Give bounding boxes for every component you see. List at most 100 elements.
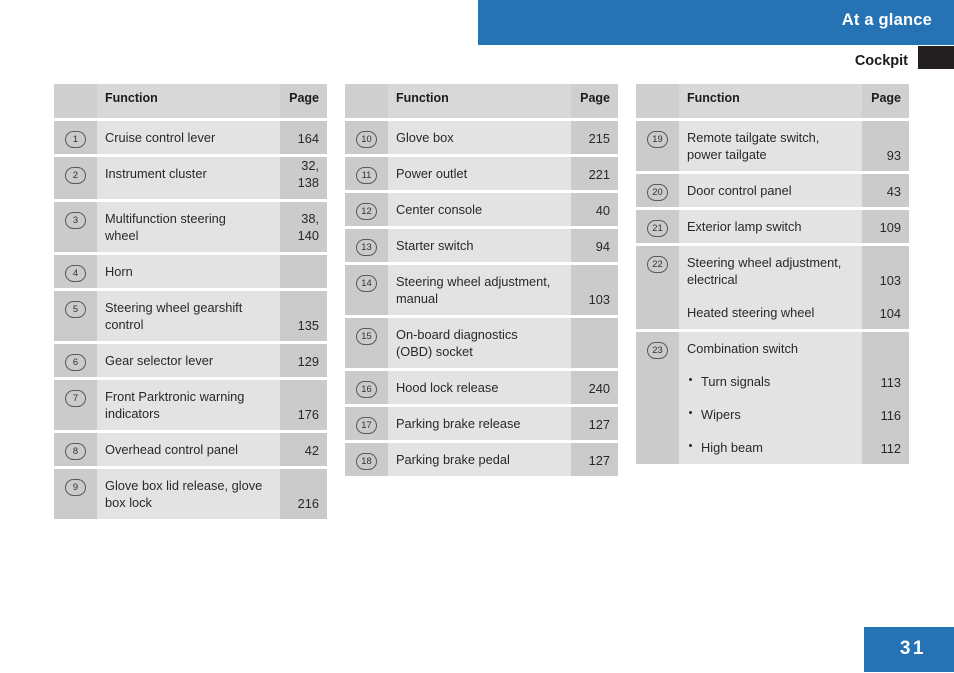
table-header-row: Function Page: [54, 84, 327, 118]
function-cell: Steering wheel adjustment, manual: [388, 265, 571, 316]
function-table-1: Function Page 1 Cruise control lever 164 2 Ins…: [54, 84, 327, 520]
page-cell: 127: [571, 407, 618, 441]
table-row[interactable]: 18 Parking brake pedal 127: [345, 443, 618, 477]
row-number-cell: 13: [345, 229, 388, 263]
section-tab-marker-icon: [918, 46, 954, 69]
table-row[interactable]: 19 Remote tailgate switch, power tailgate 9…: [636, 121, 909, 172]
header-number-cell: [345, 84, 388, 118]
table-row[interactable]: 10 Glove box 215: [345, 121, 618, 155]
table-row[interactable]: 4 Horn: [54, 255, 327, 289]
page-cell: 221: [571, 157, 618, 191]
page-ref: 38,: [301, 211, 319, 227]
function-cell: Exterior lamp switch: [679, 210, 862, 244]
function-cell: Cruise control lever: [97, 121, 280, 155]
function-label-line: control: [105, 317, 144, 333]
function-label-line: Remote tailgate switch,: [687, 130, 820, 145]
item-number-23: 23: [647, 342, 668, 360]
page-cell: 40: [571, 193, 618, 227]
table-row[interactable]: 1 Cruise control lever 164: [54, 121, 327, 155]
table-row[interactable]: 7 Front Parktronic warning indicators 176: [54, 380, 327, 431]
header-function-cell: Function: [97, 84, 280, 118]
table-row[interactable]: 21 Exterior lamp switch 109: [636, 210, 909, 244]
row-number-cell: 5: [54, 291, 97, 342]
table-row[interactable]: 5 Steering wheel gearshift control 135: [54, 291, 327, 342]
row-number-cell: 7: [54, 380, 97, 431]
function-cell: Center console: [388, 193, 571, 227]
function-label-line: power tailgate: [687, 147, 767, 163]
page-cell: 94: [571, 229, 618, 263]
function-cell: High beam: [679, 431, 862, 465]
function-label-line: Steering wheel gearshift: [105, 300, 243, 316]
table-row[interactable]: 17 Parking brake release 127: [345, 407, 618, 441]
function-label-line: manual: [396, 291, 438, 307]
function-cell: Parking brake pedal: [388, 443, 571, 477]
table-row[interactable]: 12 Center console 40: [345, 193, 618, 227]
function-cell: Steering wheel gearshift control: [97, 291, 280, 342]
function-cell: Wipers: [679, 398, 862, 432]
table-row[interactable]: 14 Steering wheel adjustment, manual 103: [345, 265, 618, 316]
function-label-line: box lock: [105, 495, 152, 511]
table-row[interactable]: 9 Glove box lid release, glove box lock 216: [54, 469, 327, 520]
item-number-2: 2: [65, 167, 86, 185]
row-number-cell: 16: [345, 371, 388, 405]
item-number-21: 21: [647, 220, 668, 238]
table-row[interactable]: 3 Multifunction steering wheel 38, 140: [54, 202, 327, 253]
page-cell: 32, 138: [280, 157, 327, 200]
function-label-line: Steering wheel adjustment,: [687, 255, 842, 271]
item-number-1: 1: [65, 131, 86, 148]
item-number-18: 18: [356, 453, 377, 471]
row-number-cell: 3: [54, 202, 97, 253]
page-cell: 215: [571, 121, 618, 155]
page-cell: 103: [571, 265, 618, 316]
function-cell: Multifunction steering wheel: [97, 202, 280, 253]
header-page-cell: Page: [862, 84, 909, 118]
function-cell: Parking brake release: [388, 407, 571, 441]
function-cell: Horn: [97, 255, 280, 289]
item-number-8: 8: [65, 443, 86, 461]
row-number-cell: 15: [345, 318, 388, 369]
page-cell: 116: [862, 398, 909, 432]
table-row[interactable]: 22 Steering wheel adjustment, electrical 10…: [636, 246, 909, 330]
item-number-17: 17: [356, 417, 377, 435]
item-number-10: 10: [356, 131, 377, 148]
table-row[interactable]: 2 Instrument cluster 32, 138: [54, 157, 327, 200]
function-cell: Turn signals: [679, 365, 862, 399]
function-label-line: Multifunction steering: [105, 211, 226, 227]
item-number-22: 22: [647, 256, 668, 274]
section-title: Cockpit: [854, 53, 908, 69]
page-cell: 127: [571, 443, 618, 477]
item-number-3: 3: [65, 212, 86, 230]
table-row[interactable]: 15 On-board diagnostics (OBD) socket: [345, 318, 618, 369]
table-row[interactable]: 16 Hood lock release 240: [345, 371, 618, 405]
item-number-6: 6: [65, 354, 86, 372]
header-function-cell: Function: [388, 84, 571, 118]
row-number-cell: 1: [54, 121, 97, 155]
page-ref: 140: [297, 228, 319, 244]
header-page-cell: Page: [571, 84, 618, 118]
item-number-16: 16: [356, 381, 377, 399]
item-number-20: 20: [647, 184, 668, 202]
table-row[interactable]: 20 Door control panel 43: [636, 174, 909, 208]
function-cell: Power outlet: [388, 157, 571, 191]
header-page-cell: Page: [280, 84, 327, 118]
page-cell: 104: [862, 296, 909, 330]
row-number-cell: 6: [54, 344, 97, 378]
table-row[interactable]: 23 Combination switch: [636, 332, 909, 465]
function-label-line: indicators: [105, 406, 160, 422]
page-number-badge: 31: [864, 627, 954, 672]
table-row[interactable]: 6 Gear selector lever 129: [54, 344, 327, 378]
page-cell: 135: [280, 291, 327, 342]
function-label-line: wheel: [105, 228, 139, 244]
table-row[interactable]: 13 Starter switch 94: [345, 229, 618, 263]
page-cell: 109: [862, 210, 909, 244]
item-number-5: 5: [65, 301, 86, 319]
header-number-cell: [636, 84, 679, 118]
row-number-cell: 10: [345, 121, 388, 155]
bullet-icon: [689, 378, 692, 382]
table-row[interactable]: 11 Power outlet 221: [345, 157, 618, 191]
function-table-2: Function Page 10 Glove box 215 11 Power outlet…: [345, 84, 618, 477]
row-number-cell: 23: [636, 332, 679, 465]
function-cell: Glove box lid release, glove box lock: [97, 469, 280, 520]
table-row[interactable]: 8 Overhead control panel 42: [54, 433, 327, 467]
page-cell: 42: [280, 433, 327, 467]
